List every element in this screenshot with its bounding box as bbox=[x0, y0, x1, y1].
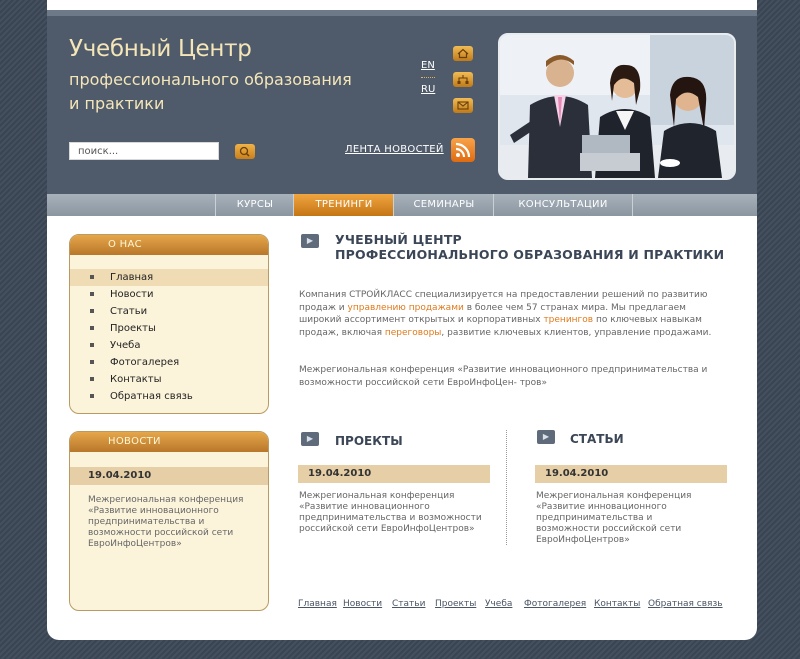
trainings-link[interactable]: тренингов bbox=[543, 315, 593, 325]
sidebar-item-projects[interactable]: Проекты bbox=[70, 320, 268, 337]
top-strip bbox=[47, 0, 757, 10]
sidebar-item-label: Контакты bbox=[110, 374, 162, 385]
sidebar-item-label: Статьи bbox=[110, 306, 148, 317]
footer-link-projects[interactable]: Проекты bbox=[435, 599, 476, 609]
sales-management-link[interactable]: управлению продажами bbox=[348, 303, 464, 313]
subtitle-line-1: профессионального образования bbox=[69, 70, 352, 89]
news-text[interactable]: Межрегиональная конференция «Развитие ин… bbox=[70, 485, 268, 550]
site-title[interactable]: Учебный Центр bbox=[69, 36, 252, 62]
nav-item-courses[interactable]: КУРСЫ bbox=[215, 194, 294, 216]
bullet-icon bbox=[90, 326, 94, 330]
conference-paragraph: Межрегиональная конференция «Развитие ин… bbox=[299, 365, 708, 388]
mail-icon bbox=[457, 101, 469, 110]
sidebar-item-articles[interactable]: Статьи bbox=[70, 303, 268, 320]
sitemap-icon bbox=[457, 75, 469, 84]
footer-link-feedback[interactable]: Обратная связь bbox=[648, 599, 723, 609]
page-title-line-2: ПРОФЕССИОНАЛЬНОГО ОБРАЗОВАНИЯ И ПРАКТИКИ bbox=[335, 247, 725, 262]
lang-en-link[interactable]: EN bbox=[421, 60, 435, 71]
page: Учебный Центр профессионального образова… bbox=[47, 0, 757, 640]
about-box: О НАС Главная Новости Статьи Проекты Уче… bbox=[69, 234, 269, 414]
lang-ru-link[interactable]: RU bbox=[421, 84, 435, 95]
intro-paragraph: Компания СТРОЙКЛАСС специализируется на … bbox=[299, 290, 712, 338]
bullet-icon bbox=[90, 309, 94, 313]
projects-title[interactable]: ПРОЕКТЫ bbox=[335, 434, 403, 448]
articles-date: 19.04.2010 bbox=[535, 465, 727, 483]
business-people-image bbox=[500, 35, 734, 178]
bullet-icon bbox=[90, 394, 94, 398]
search-placeholder: поиск... bbox=[78, 146, 119, 157]
sidebar-item-label: Обратная связь bbox=[110, 391, 193, 402]
about-box-title: О НАС bbox=[70, 235, 268, 255]
home-icon bbox=[457, 48, 469, 59]
subtitle-line-2: и практики bbox=[69, 94, 165, 113]
bullet-icon bbox=[90, 343, 94, 347]
news-date: 19.04.2010 bbox=[70, 467, 268, 485]
rss-icon bbox=[455, 142, 471, 158]
articles-title[interactable]: СТАТЬИ bbox=[570, 432, 624, 446]
sidebar-item-label: Главная bbox=[110, 272, 154, 283]
footer-link-gallery[interactable]: Фотогалерея bbox=[524, 599, 586, 609]
sidebar-item-contacts[interactable]: Контакты bbox=[70, 371, 268, 388]
bullet-icon bbox=[90, 292, 94, 296]
search-icon bbox=[239, 146, 250, 157]
sidebar-item-news[interactable]: Новости bbox=[70, 286, 268, 303]
negotiations-link[interactable]: переговоры bbox=[385, 328, 442, 338]
footer-link-contacts[interactable]: Контакты bbox=[594, 599, 640, 609]
page-title: УЧЕБНЫЙ ЦЕНТР ПРОФЕССИОНАЛЬНОГО ОБРАЗОВА… bbox=[335, 232, 724, 262]
section-icon: ▶ bbox=[537, 430, 555, 444]
main-nav: КУРСЫ ТРЕНИНГИ СЕМИНАРЫ КОНСУЛЬТАЦИИ bbox=[47, 194, 757, 216]
bullet-icon bbox=[90, 377, 94, 381]
page-title-line-1: УЧЕБНЫЙ ЦЕНТР bbox=[335, 232, 462, 247]
sidebar-item-label: Учеба bbox=[110, 340, 141, 351]
news-feed-link[interactable]: ЛЕНТА НОВОСТЕЙ bbox=[345, 144, 444, 155]
header-photo bbox=[498, 33, 736, 180]
sidebar-item-label: Фотогалерея bbox=[110, 357, 180, 368]
search-button[interactable] bbox=[235, 144, 255, 159]
news-box-title: НОВОСТИ bbox=[70, 432, 268, 452]
sidebar-item-home[interactable]: Главная bbox=[70, 269, 268, 286]
mail-button[interactable] bbox=[453, 98, 473, 113]
column-divider bbox=[506, 430, 507, 545]
footer-link-articles[interactable]: Статьи bbox=[392, 599, 425, 609]
section-icon: ▶ bbox=[301, 234, 319, 248]
section-icon: ▶ bbox=[301, 432, 319, 446]
lang-separator bbox=[421, 77, 435, 78]
sidebar-item-feedback[interactable]: Обратная связь bbox=[70, 388, 268, 405]
projects-text[interactable]: Межрегиональная конференция «Развитие ин… bbox=[299, 491, 489, 535]
footer-link-news[interactable]: Новости bbox=[343, 599, 382, 609]
site-subtitle: профессионального образования и практики bbox=[69, 68, 399, 116]
search-input[interactable]: поиск... bbox=[69, 142, 219, 160]
nav-item-consulting[interactable]: КОНСУЛЬТАЦИИ bbox=[493, 194, 633, 216]
footer-link-study[interactable]: Учеба bbox=[485, 599, 512, 609]
header: Учебный Центр профессионального образова… bbox=[47, 16, 757, 194]
articles-text[interactable]: Межрегиональная конференция «Развитие ин… bbox=[536, 491, 716, 546]
nav-item-seminars[interactable]: СЕМИНАРЫ bbox=[393, 194, 494, 216]
bullet-icon bbox=[90, 360, 94, 364]
nav-item-trainings[interactable]: ТРЕНИНГИ bbox=[293, 194, 394, 216]
sitemap-button[interactable] bbox=[453, 72, 473, 87]
sidebar-item-label: Новости bbox=[110, 289, 154, 300]
projects-date: 19.04.2010 bbox=[298, 465, 490, 483]
sidebar-item-gallery[interactable]: Фотогалерея bbox=[70, 354, 268, 371]
news-box: НОВОСТИ 19.04.2010 Межрегиональная конфе… bbox=[69, 431, 269, 611]
footer-link-home[interactable]: Главная bbox=[298, 599, 337, 609]
sidebar-item-study[interactable]: Учеба bbox=[70, 337, 268, 354]
bullet-icon bbox=[90, 275, 94, 279]
rss-button[interactable] bbox=[451, 138, 475, 162]
home-button[interactable] bbox=[453, 46, 473, 61]
sidebar-item-label: Проекты bbox=[110, 323, 156, 334]
